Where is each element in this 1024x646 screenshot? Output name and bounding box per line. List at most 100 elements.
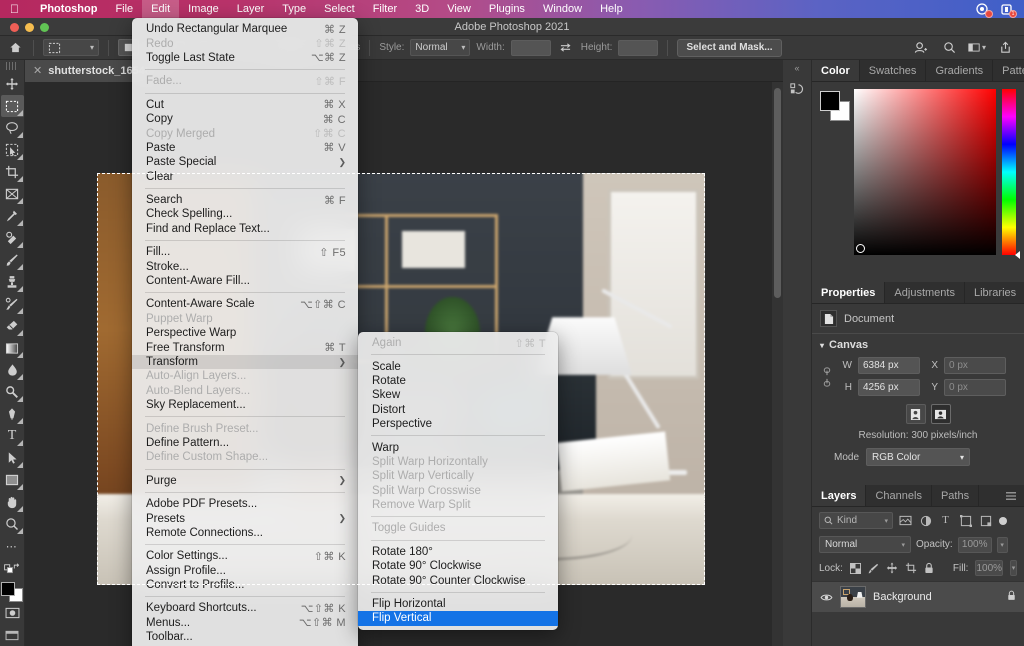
layer-thumbnail[interactable] [840,586,866,608]
transform-menu-item[interactable]: Rotate 90° Clockwise [358,559,558,573]
layer-name[interactable]: Background [873,591,1000,603]
transform-menu-item[interactable]: Distort [358,403,558,417]
scrollbar-thumb[interactable] [774,88,781,298]
edit-menu-item[interactable]: Toolbar... [132,630,358,644]
chevron-down-icon[interactable]: ▾ [820,341,824,350]
edit-menu-item[interactable]: Find and Replace Text... [132,222,358,236]
edit-menu-item[interactable]: Perspective Warp [132,326,358,340]
object-selection-tool[interactable] [1,139,24,161]
hand-tool[interactable] [1,491,24,513]
edit-menu-item[interactable]: Paste ⌘ V [132,141,358,155]
tab-channels[interactable]: Channels [866,485,932,506]
fill-stepper[interactable]: ▾ [1010,560,1017,576]
lock-all-icon[interactable] [924,562,934,575]
lock-position-icon[interactable] [886,562,898,575]
menu-3d[interactable]: 3D [406,0,438,18]
width-input[interactable] [510,39,551,56]
path-selection-tool[interactable] [1,447,24,469]
transform-menu-item[interactable]: Flip Horizontal [358,597,558,611]
tool-preset-picker[interactable]: ▾ [43,39,99,56]
edit-menu-item[interactable]: Content-Aware Scale ⌥⇧⌘ C [132,297,358,311]
move-tool[interactable] [1,73,24,95]
tab-gradients[interactable]: Gradients [926,60,994,81]
tab-properties[interactable]: Properties [812,282,886,303]
share-icon[interactable] [996,39,1014,57]
edit-menu-item[interactable]: Transform ❯ [132,354,358,370]
select-and-mask-button[interactable]: Select and Mask... [677,38,782,57]
height-input[interactable] [618,39,659,56]
menu-plugins[interactable]: Plugins [480,0,534,18]
edit-menu-item[interactable]: Toggle Last State ⌥⌘ Z [132,51,358,65]
opacity-stepper[interactable]: ▾ [996,536,1008,553]
canvas-vertical-scrollbar[interactable] [772,82,783,646]
canvas-y-input[interactable]: 0 px [944,379,1006,396]
link-dimensions-icon[interactable] [820,366,834,387]
edit-menu-item[interactable]: Convert to Profile... [132,578,358,592]
color-panel-swatches[interactable] [818,89,852,123]
edit-menu-item[interactable]: Free Transform ⌘ T [132,340,358,355]
crop-tool[interactable] [1,161,24,183]
menu-layer[interactable]: Layer [228,0,274,18]
canvas-h-input[interactable]: 4256 px [858,379,920,396]
tab-libraries[interactable]: Libraries [965,282,1024,303]
foreground-color-swatch[interactable] [1,582,15,596]
filter-smart-object-icon[interactable] [978,513,993,528]
menu-edit[interactable]: Edit [142,0,180,18]
zoom-button[interactable] [40,22,49,32]
screen-mode-icon[interactable] [1,624,24,646]
eyedropper-tool[interactable] [1,205,24,227]
lasso-tool[interactable] [1,117,24,139]
filter-pixel-icon[interactable] [898,513,913,528]
transform-menu-item[interactable]: Skew [358,388,558,402]
minimize-button[interactable] [25,22,34,32]
menu-filter[interactable]: Filter [364,0,406,18]
edit-menu-item[interactable]: Menus... ⌥⇧⌘ M [132,616,358,630]
menu-help[interactable]: Help [591,0,632,18]
screen-record-icon[interactable] [975,2,993,18]
color-picker-handle[interactable] [856,244,865,253]
zoom-tool[interactable] [1,513,24,535]
tab-paths[interactable]: Paths [932,485,980,506]
table-row[interactable]: Background [812,581,1024,612]
quick-mask-icon[interactable] [1,602,24,624]
filter-adjustment-icon[interactable] [918,513,933,528]
mode-select[interactable]: RGB Color ▾ [866,448,971,466]
canvas-w-input[interactable]: 6384 px [858,357,920,374]
swap-dimensions-icon[interactable] [557,39,575,57]
edit-menu-item[interactable]: Fill... ⇧ F5 [132,245,358,259]
clone-stamp-tool[interactable] [1,271,24,293]
filter-type-icon[interactable]: T [938,513,953,528]
canvas-x-input[interactable]: 0 px [944,357,1006,374]
spot-healing-brush-tool[interactable] [1,227,24,249]
transform-menu-item[interactable]: Rotate 180° [358,545,558,559]
transform-menu-item[interactable]: Perspective [358,417,558,431]
tab-color[interactable]: Color [812,60,860,81]
lock-image-pixels-icon[interactable] [868,562,879,575]
history-icon[interactable] [784,77,810,103]
tab-layers[interactable]: Layers [812,485,867,506]
style-select[interactable]: Normal ▾ [410,39,471,56]
transform-menu-item[interactable]: Warp [358,440,558,454]
blend-mode-select[interactable]: Normal ▾ [819,536,911,553]
eraser-tool[interactable] [1,315,24,337]
lock-artboard-icon[interactable] [905,562,917,575]
hue-slider-handle[interactable] [1015,251,1020,259]
color-picker-field[interactable] [854,89,996,255]
filter-shape-icon[interactable] [958,513,973,528]
tab-adjustments[interactable]: Adjustments [885,282,965,303]
menu-type[interactable]: Type [273,0,315,18]
search-icon[interactable] [940,39,958,57]
edit-menu-item[interactable]: Clear [132,170,358,184]
close-button[interactable] [10,22,19,32]
menu-file[interactable]: File [106,0,142,18]
layer-kind-filter[interactable]: Kind ▾ [819,512,893,529]
edit-menu-item[interactable]: Sky Replacement... [132,398,358,412]
pen-tool[interactable] [1,403,24,425]
menu-select[interactable]: Select [315,0,364,18]
blur-tool[interactable] [1,359,24,381]
brush-tool[interactable] [1,249,24,271]
transform-submenu[interactable]: Again ⇧⌘ T Scale Rotate Skew Distort Perspecti… [358,332,558,630]
transform-menu-item[interactable]: Rotate [358,374,558,388]
add-user-icon[interactable] [912,39,930,57]
edit-menu-item[interactable]: Undo Rectangular Marquee ⌘ Z [132,22,358,36]
